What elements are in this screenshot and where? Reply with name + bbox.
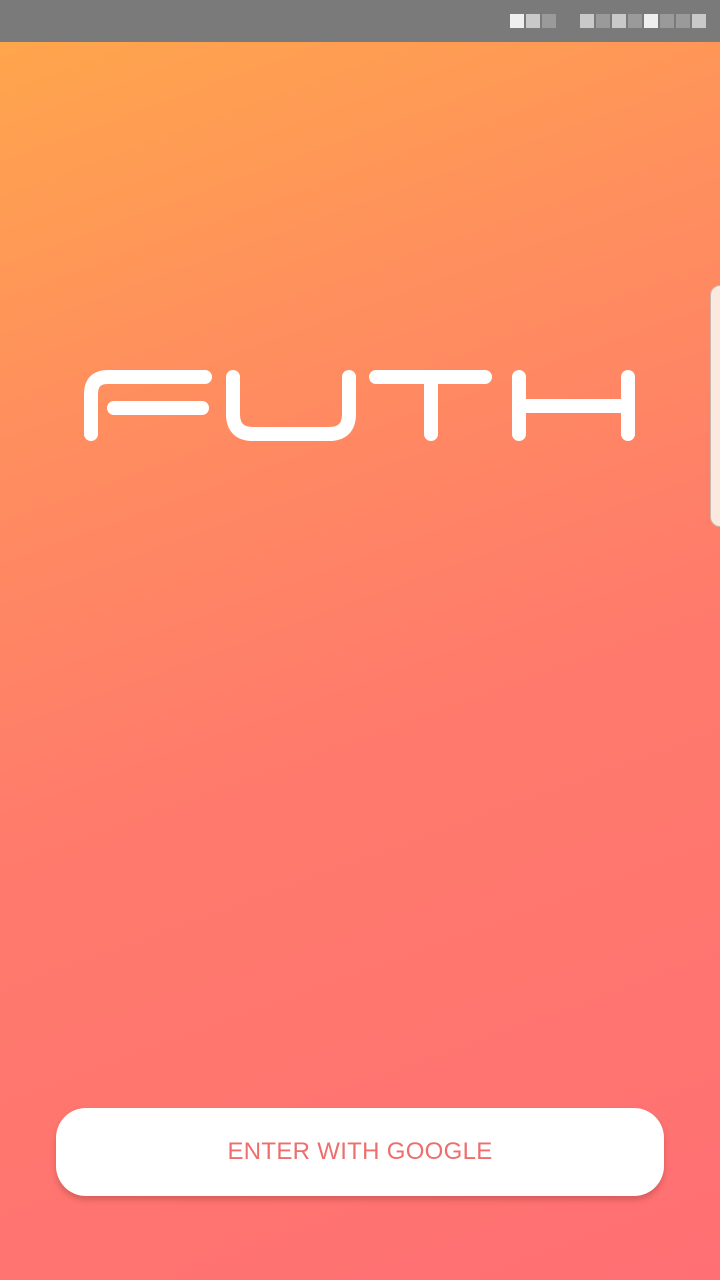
status-bar [0,0,720,42]
enter-with-google-label: ENTER WITH GOOGLE [227,1138,493,1165]
login-screen: ENTER WITH GOOGLE [0,0,720,1280]
edge-panel-handle[interactable] [710,285,720,527]
enter-with-google-button[interactable]: ENTER WITH GOOGLE [56,1108,664,1196]
futh-logo-wordmark [84,370,635,441]
status-icons-redacted [510,10,706,32]
app-logo [84,370,636,442]
